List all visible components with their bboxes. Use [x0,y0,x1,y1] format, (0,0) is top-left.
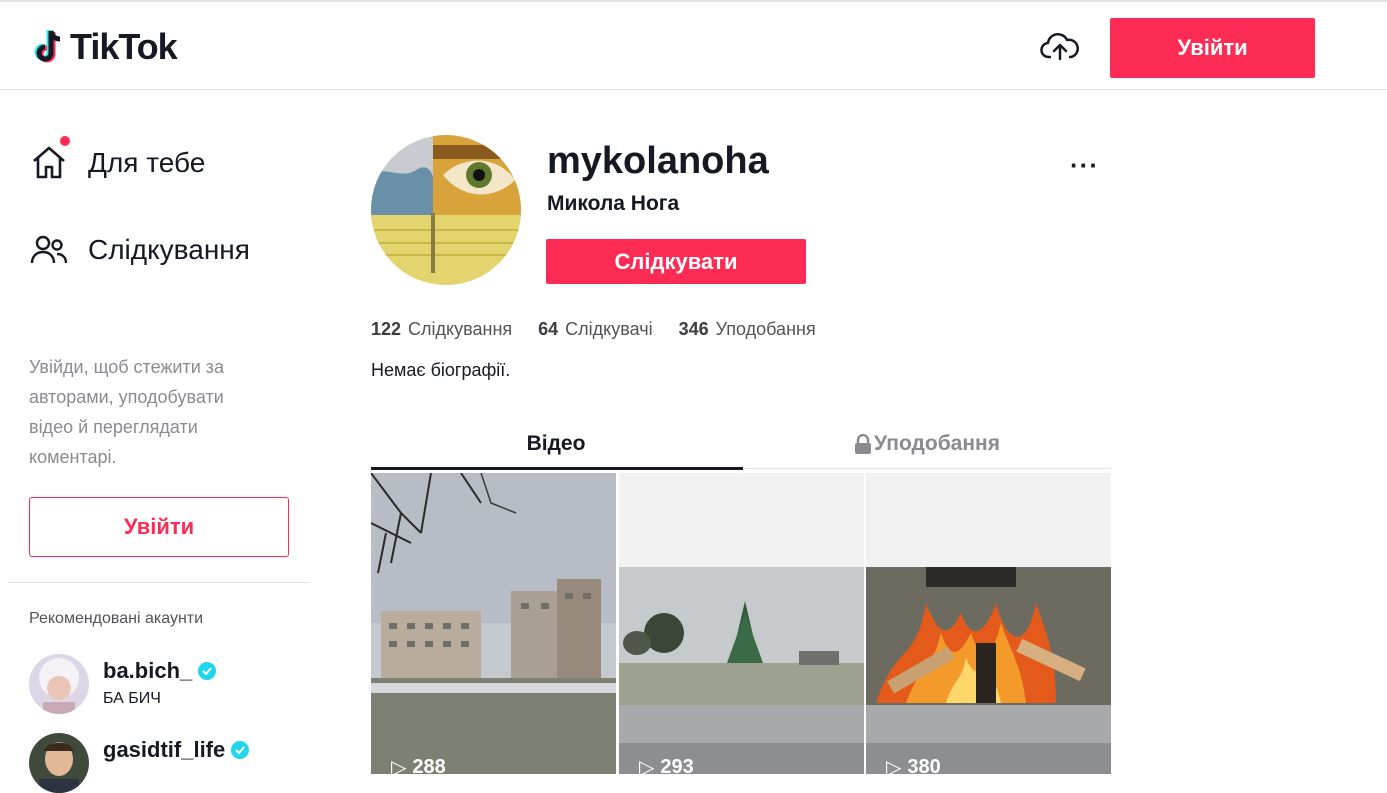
divider [8,582,310,583]
verified-icon [231,741,250,759]
play-icon: ▷ [886,757,902,774]
video-thumbnail[interactable]: ▷ 288 [371,473,616,774]
profile-display-name: Микола Нога [547,192,680,215]
video-thumbnail[interactable]: ▷ 293 [619,473,864,774]
home-icon [30,136,70,181]
stat-followers[interactable]: 64 Слідкувачі [538,319,652,340]
cloud-upload-icon[interactable] [1040,30,1080,64]
login-hint: Увійди, щоб стежити за авторами, уподобу… [29,357,225,467]
recommended-title: Рекомендовані акаунти [29,610,204,627]
lock-icon [854,433,872,454]
sidebar-item-for-you[interactable]: Для тебе [30,136,206,181]
account-username: gasidtif_life [103,737,226,762]
logo-text: TikTok [70,26,178,67]
play-icon: ▷ [639,757,655,774]
more-options-icon[interactable]: ··· [1070,150,1099,181]
avatar [29,733,89,793]
sidebar-item-label: Слідкування [88,234,250,265]
account-username: ba.bich_ [103,658,193,683]
verified-icon [198,662,217,680]
play-icon: ▷ [391,757,407,774]
sidebar-item-label: Для тебе [88,147,206,178]
tab-videos[interactable]: Відео [371,432,741,456]
notification-dot [60,136,70,146]
sidebar-item-following[interactable]: Слідкування [30,232,250,268]
recommended-account[interactable]: gasidtif_life [29,733,250,793]
profile-username: mykolanoha [547,140,769,182]
profile-bio: Немає біографії. [371,360,511,380]
profile-stats: 122 Слідкування 64 Слідкувачі 346 Уподобанн… [371,319,816,340]
account-name: БА БИЧ [103,690,161,707]
profile-avatar [371,135,521,285]
top-bar: TikTok Увійти [0,0,1387,90]
follow-button[interactable]: Слідкувати [546,239,806,284]
login-button[interactable]: Увійти [1110,18,1315,78]
tiktok-logo[interactable]: TikTok [30,26,178,68]
avatar [29,654,89,714]
active-tab-indicator [371,467,743,470]
people-icon [30,232,68,268]
view-count: ▷ 288 [391,755,446,774]
view-count: ▷ 380 [886,755,941,774]
video-thumbnail[interactable]: ▷ 380 [866,473,1111,774]
stat-likes: 346 Уподобання [678,319,816,339]
tab-divider [743,468,1111,469]
tab-likes[interactable]: Уподобання [742,432,1112,456]
recommended-account[interactable]: ba.bich_ БА БИЧ [29,654,217,714]
sidebar-login-button[interactable]: Увійти [29,497,289,557]
stat-following[interactable]: 122 Слідкування [371,319,512,340]
tiktok-note-icon [34,30,61,63]
view-count: ▷ 293 [639,755,694,774]
